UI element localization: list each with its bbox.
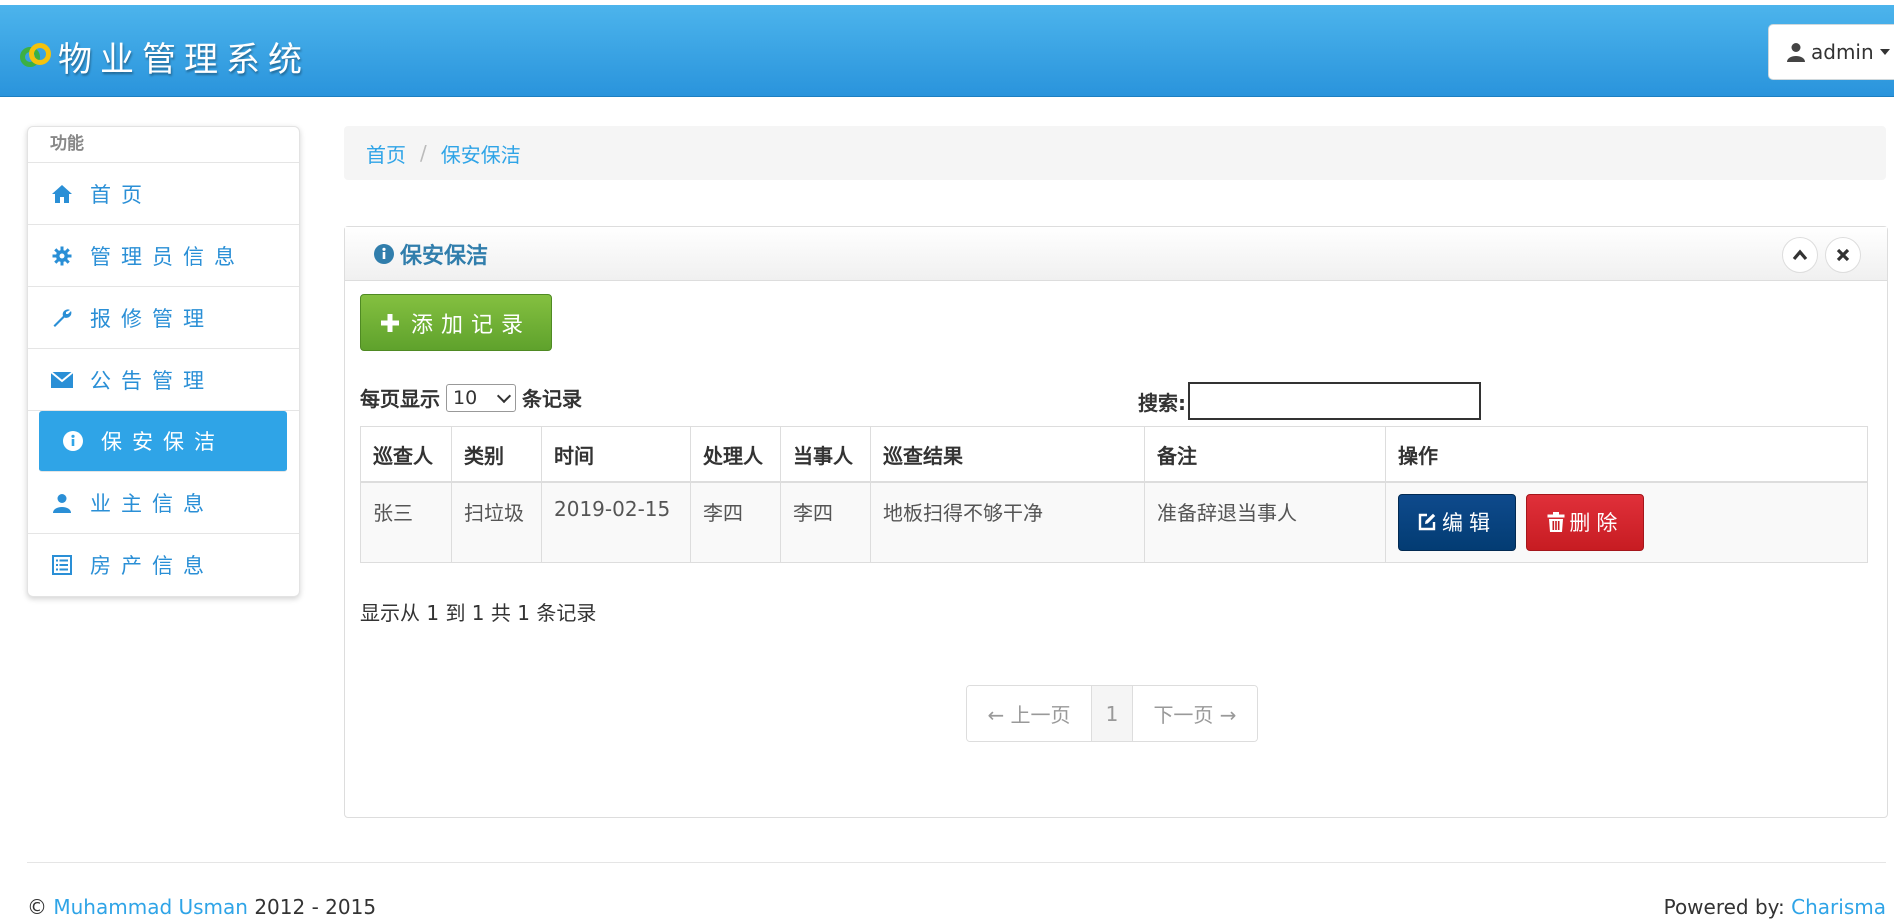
page-length-select[interactable]: 10	[446, 383, 516, 412]
sidebar-item-security-cleaning[interactable]: 保安保洁	[39, 411, 287, 472]
charisma-link[interactable]: Charisma	[1791, 895, 1886, 919]
cell-category: 扫垃圾	[451, 481, 542, 563]
brand-title: 物业管理系统	[58, 40, 310, 80]
edit-label: 编辑	[1442, 511, 1496, 536]
info-icon	[374, 243, 394, 264]
powered-by-label: Powered by:	[1663, 895, 1785, 919]
column-header[interactable]: 类别	[451, 426, 542, 483]
sidebar-item-label: 首页	[90, 182, 152, 207]
footer-copyright: © Muhammad Usman 2012 - 2015	[27, 895, 376, 919]
column-header[interactable]: 巡查结果	[870, 426, 1145, 483]
column-header[interactable]: 备注	[1144, 426, 1386, 483]
user-name: admin	[1811, 40, 1874, 64]
envelope-icon	[50, 368, 74, 392]
top-navbar: 物业管理系统 admin	[0, 5, 1894, 97]
footer-powered-by: Powered by: Charisma	[1664, 895, 1886, 919]
column-header: 操作	[1385, 426, 1868, 483]
cell-inspector: 张三	[360, 481, 452, 563]
page-length-prefix: 每页显示	[360, 387, 440, 411]
page-number-button[interactable]: 1	[1092, 686, 1133, 741]
delete-label: 删除	[1569, 511, 1624, 536]
sidebar-item-repair[interactable]: 报修管理	[28, 287, 299, 349]
sidebar-item-label: 报修管理	[90, 306, 214, 331]
info-icon	[61, 429, 85, 453]
chevron-up-icon	[1792, 249, 1808, 261]
column-header[interactable]: 时间	[541, 426, 691, 483]
breadcrumb-separator: /	[420, 141, 427, 165]
sidebar-item-owner-info[interactable]: 业主信息	[28, 472, 299, 534]
search-input[interactable]	[1188, 382, 1481, 420]
sidebar: 功能 首页 管理员信息 报修管理 公告管理 保安保洁 业主信息 房产信息	[27, 126, 300, 597]
user-icon	[50, 491, 74, 515]
content-panel: 保安保洁 添加记录 每页显示 10 条记录 搜索: 巡查人 类别 时间 处理人 …	[344, 226, 1888, 818]
prev-page-button[interactable]: ← 上一页	[967, 686, 1092, 741]
page-length-control: 每页显示 10 条记录	[360, 383, 582, 412]
panel-header: 保安保洁	[345, 227, 1887, 281]
search-control: 搜索:	[1138, 382, 1481, 420]
wrench-icon	[50, 306, 74, 330]
user-icon	[1787, 42, 1805, 62]
copyright-symbol: ©	[27, 895, 47, 919]
logo-icon	[20, 41, 52, 73]
column-header[interactable]: 处理人	[690, 426, 781, 483]
sidebar-item-label: 房产信息	[90, 553, 214, 578]
page-length-value: 10	[453, 386, 478, 409]
breadcrumb: 首页 / 保安保洁	[344, 126, 1886, 180]
column-header[interactable]: 巡查人	[360, 426, 452, 483]
footer-divider	[27, 862, 1886, 863]
home-icon	[50, 182, 74, 206]
cell-party: 李四	[780, 481, 871, 563]
sidebar-header: 功能	[28, 127, 299, 163]
sidebar-item-admin-info[interactable]: 管理员信息	[28, 225, 299, 287]
cell-handler: 李四	[690, 481, 781, 563]
edit-button[interactable]: 编辑	[1398, 493, 1516, 551]
edit-icon	[1418, 513, 1436, 531]
search-label: 搜索:	[1138, 390, 1186, 415]
add-record-label: 添加记录	[410, 312, 531, 338]
panel-title: 保安保洁	[400, 243, 489, 269]
brand[interactable]: 物业管理系统	[20, 32, 310, 81]
user-menu-button[interactable]: admin	[1768, 24, 1894, 80]
cell-remark: 准备辞退当事人	[1144, 481, 1386, 563]
next-page-button[interactable]: 下一页 →	[1133, 686, 1257, 741]
breadcrumb-current-link[interactable]: 保安保洁	[441, 139, 521, 168]
cell-result: 地板扫得不够干净	[870, 481, 1145, 563]
cell-time: 2019-02-15	[541, 481, 691, 563]
sidebar-item-home[interactable]: 首页	[28, 163, 299, 225]
sidebar-item-notice[interactable]: 公告管理	[28, 349, 299, 411]
cell-actions: 编辑 删除	[1385, 481, 1868, 563]
plus-icon	[380, 313, 399, 332]
list-icon	[50, 553, 74, 577]
gear-icon	[50, 244, 74, 268]
table-row: 张三 扫垃圾 2019-02-15 李四 李四 地板扫得不够干净 准备辞退当事人…	[360, 481, 1868, 563]
sidebar-item-label: 业主信息	[90, 491, 214, 516]
records-table: 巡查人 类别 时间 处理人 当事人 巡查结果 备注 操作 张三 扫垃圾 2019…	[360, 426, 1868, 563]
author-link[interactable]: Muhammad Usman	[53, 895, 248, 919]
caret-down-icon	[1879, 49, 1890, 55]
add-record-button[interactable]: 添加记录	[360, 294, 552, 351]
table-header-row: 巡查人 类别 时间 处理人 当事人 巡查结果 备注 操作	[360, 426, 1868, 483]
sidebar-item-label: 保安保洁	[101, 430, 225, 454]
trash-icon	[1547, 512, 1565, 533]
chevron-down-icon	[496, 388, 512, 403]
pagination: ← 上一页 1 下一页 →	[966, 685, 1258, 742]
copyright-years: 2012 - 2015	[254, 895, 377, 919]
sidebar-item-property-info[interactable]: 房产信息	[28, 534, 299, 595]
table-info: 显示从 1 到 1 共 1 条记录	[360, 601, 597, 625]
sidebar-item-label: 公告管理	[90, 368, 214, 393]
collapse-button[interactable]	[1782, 237, 1818, 273]
column-header[interactable]: 当事人	[780, 426, 871, 483]
close-icon	[1836, 248, 1850, 262]
page-length-suffix: 条记录	[522, 387, 582, 411]
sidebar-item-label: 管理员信息	[90, 244, 245, 269]
close-button[interactable]	[1825, 237, 1861, 273]
delete-button[interactable]: 删除	[1526, 493, 1645, 551]
breadcrumb-home-link[interactable]: 首页	[366, 139, 406, 168]
